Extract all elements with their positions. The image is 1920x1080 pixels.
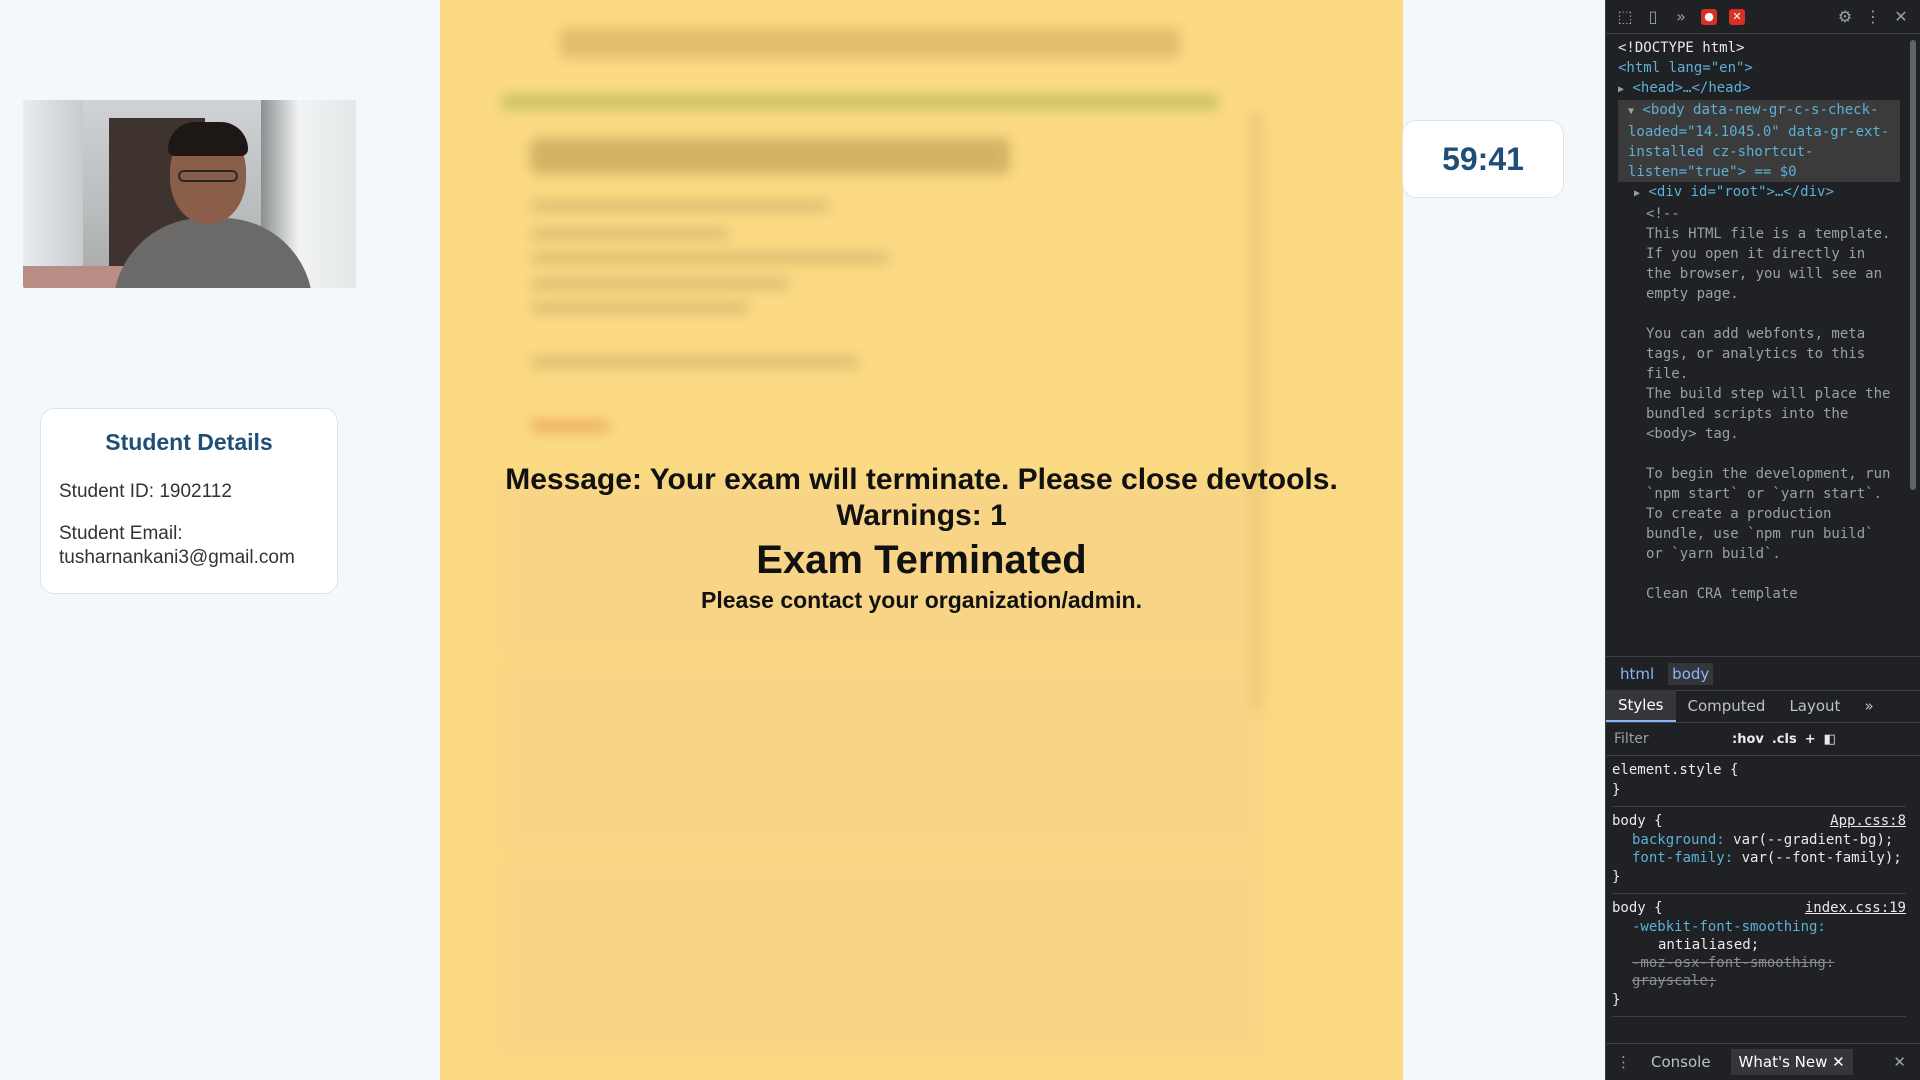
close-drawer-icon[interactable]: ✕ bbox=[1893, 1053, 1906, 1071]
prop-overridden[interactable]: -moz-osx-font-smoothing: grayscale; bbox=[1632, 955, 1834, 989]
close-devtools-icon[interactable]: ✕ bbox=[1888, 4, 1914, 30]
collapse-triangle-icon[interactable]: ▼ bbox=[1628, 106, 1634, 117]
styles-filter-bar: Filter :hov .cls + ◧ bbox=[1606, 723, 1920, 756]
more-panels-icon[interactable]: » bbox=[1668, 4, 1694, 30]
blurred-exam-title bbox=[560, 28, 1180, 58]
new-rule-icon[interactable]: + bbox=[1805, 732, 1816, 747]
tab-whats-new-label: What's New bbox=[1738, 1053, 1828, 1071]
blurred-line bbox=[530, 228, 730, 240]
devtools-panel: ⬚ ▯ » ● ✕ ⚙ ⋮ ✕ <!DOCTYPE html> <html la… bbox=[1605, 0, 1920, 1080]
devtools-drawer-tabs: ⋮ Console What's New ✕ ✕ bbox=[1606, 1043, 1920, 1080]
drawer-menu-icon[interactable]: ⋮ bbox=[1616, 1053, 1631, 1071]
devtools-toolbar: ⬚ ▯ » ● ✕ ⚙ ⋮ ✕ bbox=[1606, 0, 1920, 34]
elements-scrollbar[interactable] bbox=[1910, 40, 1916, 490]
student-id: Student ID: 1902112 bbox=[59, 481, 232, 502]
tab-styles[interactable]: Styles bbox=[1606, 690, 1676, 722]
blurred-line bbox=[530, 420, 610, 432]
termination-overlay: Message: Your exam will terminate. Pleas… bbox=[440, 462, 1403, 616]
student-email-label: Student Email: bbox=[59, 523, 183, 544]
rule-close: } bbox=[1612, 782, 1621, 798]
breadcrumb-html[interactable]: html bbox=[1616, 663, 1658, 685]
tab-console[interactable]: Console bbox=[1643, 1049, 1719, 1075]
prop-value[interactable]: var(--gradient-bg); bbox=[1733, 832, 1893, 848]
breadcrumb: html body bbox=[1606, 656, 1920, 691]
termination-message: Message: Your exam will terminate. Pleas… bbox=[505, 463, 1338, 496]
blurred-question-box bbox=[500, 665, 1264, 849]
rule-element-style[interactable]: element.style { } bbox=[1612, 756, 1906, 807]
rule-close: } bbox=[1612, 869, 1621, 885]
blurred-line bbox=[530, 278, 790, 290]
blurred-scrollbar bbox=[1250, 110, 1264, 710]
blurred-line bbox=[530, 200, 830, 212]
student-details-title: Student Details bbox=[105, 429, 273, 455]
styles-filter-input[interactable]: Filter bbox=[1614, 731, 1724, 747]
device-toggle-icon[interactable]: ▯ bbox=[1640, 4, 1666, 30]
tab-computed[interactable]: Computed bbox=[1676, 690, 1778, 722]
dom-body-text: <body data-new-gr-c-s-check-loaded="14.1… bbox=[1628, 102, 1890, 180]
expand-triangle-icon[interactable]: ▶ bbox=[1618, 84, 1624, 95]
settings-gear-icon[interactable]: ⚙ bbox=[1832, 4, 1858, 30]
elements-tree[interactable]: <!DOCTYPE html> <html lang="en"> ▶ <head… bbox=[1606, 34, 1920, 656]
dom-comment-body: This HTML file is a template. If you ope… bbox=[1646, 226, 1891, 602]
hov-toggle[interactable]: :hov bbox=[1732, 732, 1764, 747]
rule-selector: element.style { bbox=[1612, 762, 1739, 778]
blurred-line bbox=[530, 252, 890, 264]
more-tabs-icon[interactable]: » bbox=[1852, 690, 1885, 722]
dom-line-doctype[interactable]: <!DOCTYPE html> bbox=[1618, 38, 1900, 58]
inspect-element-icon[interactable]: ⬚ bbox=[1612, 4, 1638, 30]
blurred-test-heading bbox=[530, 138, 1010, 174]
exam-area: Message: Your exam will terminate. Pleas… bbox=[440, 0, 1403, 1080]
styles-rules: element.style { } body { App.css:8 backgr… bbox=[1606, 756, 1906, 1017]
rule-source-link[interactable]: App.css:8 bbox=[1830, 811, 1906, 831]
dom-head-text: <head>…</head> bbox=[1632, 80, 1751, 96]
dom-line-body-selected[interactable]: ▼ <body data-new-gr-c-s-check-loaded="14… bbox=[1618, 100, 1900, 182]
contact-admin-text: Please contact your organization/admin. bbox=[701, 587, 1142, 613]
student-email: Student Email: tusharnankani3@gmail.com bbox=[59, 522, 319, 570]
blurred-line bbox=[530, 356, 860, 368]
tab-whats-new[interactable]: What's New ✕ bbox=[1730, 1049, 1853, 1075]
expand-triangle-icon[interactable]: ▶ bbox=[1634, 188, 1640, 199]
webcam-feed bbox=[23, 100, 356, 288]
kebab-menu-icon[interactable]: ⋮ bbox=[1860, 4, 1886, 30]
dom-root-text: <div id="root">…</div> bbox=[1648, 184, 1834, 200]
blurred-progress-bar bbox=[500, 94, 1220, 110]
student-email-value: tusharnankani3@gmail.com bbox=[59, 547, 295, 568]
webcam-person-hair bbox=[168, 122, 248, 156]
rule-close: } bbox=[1612, 992, 1621, 1008]
issue-count-icon[interactable]: ✕ bbox=[1724, 4, 1750, 30]
toggle-sidebar-icon[interactable]: ◧ bbox=[1824, 732, 1836, 747]
prop-name[interactable]: font-family: bbox=[1632, 850, 1733, 866]
rule-body-index[interactable]: body { index.css:19 -webkit-font-smoothin… bbox=[1612, 894, 1906, 1017]
warnings-count: Warnings: 1 bbox=[836, 499, 1007, 532]
tab-layout[interactable]: Layout bbox=[1777, 690, 1852, 722]
rule-selector: body { bbox=[1612, 813, 1663, 829]
blurred-line bbox=[530, 302, 750, 314]
blurred-question-box bbox=[500, 860, 1264, 1054]
error-count-icon[interactable]: ● bbox=[1696, 4, 1722, 30]
styles-tabbar: Styles Computed Layout » bbox=[1606, 690, 1920, 723]
rule-source-link[interactable]: index.css:19 bbox=[1805, 898, 1906, 918]
rule-selector: body { bbox=[1612, 900, 1663, 916]
close-tab-icon[interactable]: ✕ bbox=[1832, 1053, 1845, 1071]
prop-name[interactable]: -webkit-font-smoothing: bbox=[1632, 919, 1826, 935]
webcam-background-window bbox=[23, 100, 83, 288]
dom-line-root[interactable]: ▶ <div id="root">…</div> bbox=[1618, 182, 1900, 204]
rule-body-app[interactable]: body { App.css:8 background: var(--gradie… bbox=[1612, 807, 1906, 894]
exam-timer: 59:41 bbox=[1402, 120, 1564, 198]
cls-toggle[interactable]: .cls bbox=[1772, 732, 1797, 747]
prop-value[interactable]: antialiased; bbox=[1658, 937, 1759, 953]
webcam-person-glasses bbox=[178, 170, 238, 182]
prop-value[interactable]: var(--font-family); bbox=[1742, 850, 1902, 866]
exam-status-heading: Exam Terminated bbox=[756, 538, 1087, 582]
breadcrumb-body[interactable]: body bbox=[1668, 662, 1714, 685]
student-details-card: Student Details Student ID: 1902112 Stud… bbox=[40, 408, 338, 594]
dom-line-html[interactable]: <html lang="en"> bbox=[1618, 58, 1900, 78]
dom-line-head[interactable]: ▶ <head>…</head> bbox=[1618, 78, 1900, 100]
prop-name[interactable]: background: bbox=[1632, 832, 1725, 848]
dom-comment-open[interactable]: <!-- bbox=[1618, 204, 1900, 224]
